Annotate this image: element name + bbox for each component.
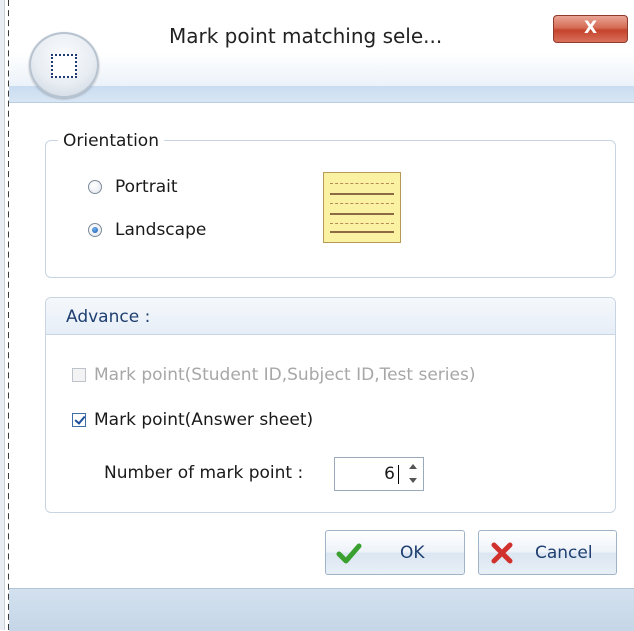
cancel-button[interactable]: Cancel	[478, 530, 617, 575]
checkmark-icon	[336, 540, 362, 566]
answer-mark-point-checkbox[interactable]	[72, 413, 86, 427]
paper-line	[330, 223, 394, 224]
window-title: Mark point matching sele...	[169, 24, 443, 48]
ok-button[interactable]: OK	[325, 530, 465, 575]
application-menu-button[interactable]	[29, 32, 99, 98]
paper-line	[330, 231, 394, 233]
close-button[interactable]: X	[553, 15, 628, 43]
text-caret	[398, 465, 399, 484]
cancel-label: Cancel	[535, 542, 593, 563]
landscape-label: Landscape	[115, 220, 207, 240]
landscape-radio[interactable]	[88, 223, 102, 237]
red-x-icon	[489, 540, 515, 566]
app-menu-icon	[51, 54, 77, 78]
student-mark-point-checkbox	[72, 368, 86, 382]
paper-line	[330, 193, 394, 195]
mark-count-stepper[interactable]: 6	[334, 457, 424, 491]
answer-mark-point-label: Mark point(Answer sheet)	[94, 410, 314, 430]
landscape-paper-icon	[320, 169, 405, 249]
spin-down-arrow-icon[interactable]	[409, 478, 417, 483]
mark-count-value: 6	[384, 464, 395, 484]
portrait-label: Portrait	[115, 177, 178, 197]
landscape-option[interactable]: Landscape	[88, 220, 206, 240]
spin-up-arrow-icon[interactable]	[409, 464, 417, 469]
window-left-edge	[0, 0, 5, 630]
paper-line	[330, 213, 394, 215]
portrait-option[interactable]: Portrait	[88, 177, 178, 197]
mark-count-label: Number of mark point :	[104, 463, 304, 483]
student-mark-point-option: Mark point(Student ID,Subject ID,Test se…	[72, 365, 475, 385]
status-bar	[9, 588, 634, 631]
paper-line	[330, 183, 394, 184]
advance-title: Advance :	[66, 307, 151, 327]
portrait-radio[interactable]	[88, 180, 102, 194]
title-bar-ribbon	[9, 86, 634, 103]
student-mark-point-label: Mark point(Student ID,Subject ID,Test se…	[94, 365, 476, 385]
ok-label: OK	[400, 542, 425, 563]
paper-sheet	[323, 172, 401, 243]
paper-line	[330, 203, 394, 204]
orientation-legend: Orientation	[58, 131, 164, 151]
answer-mark-point-option[interactable]: Mark point(Answer sheet)	[72, 410, 313, 430]
